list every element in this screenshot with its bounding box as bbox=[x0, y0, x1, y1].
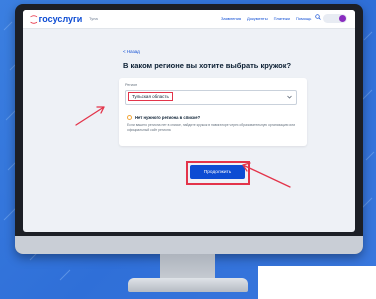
nav-item-documents[interactable]: Документы bbox=[247, 16, 268, 21]
monitor-stand-base bbox=[128, 278, 248, 292]
hint-title[interactable]: Нет нужного региона в списке? bbox=[135, 115, 200, 120]
header-nav: Заявления Документы Платежи Помощь bbox=[221, 16, 311, 21]
region-select-value: Тульская область bbox=[128, 92, 173, 101]
nav-item-applications[interactable]: Заявления bbox=[221, 16, 241, 21]
hint-text: Если вашего региона нет в списке, найдит… bbox=[127, 123, 296, 132]
logo-mark-icon: ⁐ bbox=[31, 17, 37, 24]
region-select[interactable]: Тульская область bbox=[125, 90, 297, 105]
header-region[interactable]: Тула bbox=[89, 16, 98, 21]
monitor-chin bbox=[15, 236, 363, 254]
continue-button[interactable]: Продолжить bbox=[190, 165, 245, 179]
user-menu[interactable] bbox=[323, 14, 347, 23]
monitor: ⁐ госуслуги Тула Заявления Документы Плат… bbox=[15, 4, 363, 254]
back-link[interactable]: < Назад bbox=[123, 49, 140, 54]
gosuslugi-logo[interactable]: ⁐ госуслуги bbox=[31, 14, 82, 24]
nav-item-help[interactable]: Помощь bbox=[296, 16, 311, 21]
browser-screen: ⁐ госуслуги Тула Заявления Документы Плат… bbox=[23, 10, 355, 232]
region-card: Регион Тульская область Нет нужного реги… bbox=[119, 78, 307, 146]
region-field-label: Регион bbox=[125, 83, 138, 87]
info-icon bbox=[127, 115, 132, 120]
monitor-stand-neck bbox=[160, 254, 215, 280]
white-overlay-block bbox=[258, 266, 376, 299]
nav-item-payments[interactable]: Платежи bbox=[274, 16, 290, 21]
search-icon[interactable] bbox=[315, 14, 321, 20]
page-title: В каком регионе вы хотите выбрать кружок… bbox=[123, 61, 292, 70]
avatar bbox=[339, 15, 346, 22]
site-header: ⁐ госуслуги Тула Заявления Документы Плат… bbox=[23, 10, 355, 29]
chevron-down-icon bbox=[287, 95, 292, 99]
